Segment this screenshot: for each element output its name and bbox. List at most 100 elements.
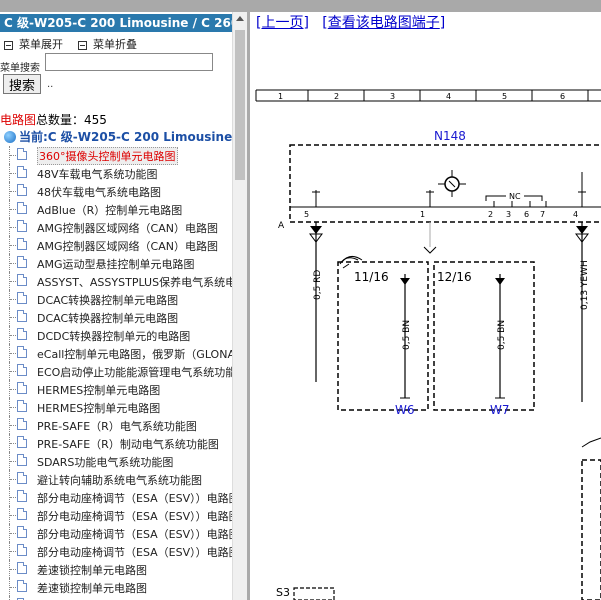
left-menu-pane: C 级-W205-C 200 Limousine / C 260 Limousi…: [0, 12, 232, 600]
circuit-diagram: 1 2 3 4 5 6 N148 NC A 5 1 2 3 6 7 4 0,5 …: [255, 89, 601, 600]
document-icon: [17, 346, 27, 358]
tree-line: [10, 371, 16, 372]
diagram-list-item[interactable]: 差速锁控制单元电路图: [0, 560, 232, 578]
sensor-icon: [438, 170, 466, 197]
tree-line: [10, 461, 16, 462]
diagram-list-item[interactable]: DCAC转换器控制单元电路图: [0, 290, 232, 308]
nc-label: NC: [509, 192, 521, 201]
document-icon: [17, 490, 27, 502]
grid-header: 1 2 3 4 5 6: [255, 89, 601, 102]
pin-number: 5: [304, 210, 309, 219]
menu-expand-link[interactable]: 菜单展开: [4, 36, 63, 52]
bottom-component-box: [293, 587, 335, 600]
diagram-list-item-label: AdBlue（R）控制单元电路图: [37, 204, 183, 217]
pin-number: 6: [524, 210, 529, 219]
search-input[interactable]: [45, 53, 213, 71]
wire-left: 0,5 RD: [309, 222, 323, 382]
diagram-list-item-label: AMG运动型悬挂控制单元电路图: [37, 258, 195, 271]
diagram-list-item[interactable]: 部分电动座椅调节（ESA（ESV））电路图: [0, 488, 232, 506]
search-button[interactable]: 搜索: [3, 74, 41, 94]
diagram-list-item[interactable]: 避让转向辅助系统电气系统功能图: [0, 470, 232, 488]
diagram-list-item[interactable]: 部分电动座椅调节（ESA（ESV））电路图: [0, 506, 232, 524]
diagram-list-item[interactable]: PRE-SAFE（R）制动电气系统功能图: [0, 434, 232, 452]
document-icon: [17, 364, 27, 376]
tree-line: [10, 497, 16, 498]
diagram-list-item-label: 部分电动座椅调节（ESA（ESV））电路图: [37, 546, 232, 559]
diagram-list-item[interactable]: PRE-SAFE（R）电气系统功能图: [0, 416, 232, 434]
diagram-list-item[interactable]: AMG运动型悬挂控制单元电路图: [0, 254, 232, 272]
document-icon: [17, 418, 27, 430]
diagram-list-item[interactable]: 部分电动座椅调节（ESA（ESV））电路图: [0, 524, 232, 542]
tree-line: [10, 209, 16, 210]
tree-line: [10, 587, 16, 588]
document-icon: [17, 184, 27, 196]
diagram-list-item-label: 差速锁控制单元电路图: [37, 582, 147, 595]
document-icon: [17, 202, 27, 214]
diagram-list-item[interactable]: 48V车载电气系统功能图: [0, 164, 232, 182]
diagram-list-item-label: 避让转向辅助系统电气系统功能图: [37, 474, 202, 487]
diagram-list-item-label: 部分电动座椅调节（ESA（ESV））电路图: [37, 528, 232, 541]
menu-collapse-link[interactable]: 菜单折叠: [78, 36, 137, 52]
tree-line: [10, 515, 16, 516]
wire-label: 0,5 RD: [313, 270, 323, 300]
tree-line: [10, 533, 16, 534]
globe-icon: [4, 131, 16, 143]
connector-label: 12/16: [437, 270, 472, 284]
diagram-list-item[interactable]: HERMES控制单元电路图: [0, 380, 232, 398]
diagram-list-item[interactable]: ECO启动停止功能能源管理电气系统功能图: [0, 362, 232, 380]
scroll-thumb[interactable]: [235, 30, 245, 180]
diagram-list-item[interactable]: 差速锁控制单元电路图: [0, 578, 232, 596]
document-icon: [17, 526, 27, 538]
diagram-list-item-label: 部分电动座椅调节（ESA（ESV））电路图: [37, 510, 232, 523]
diagram-list-item[interactable]: AMG控制器区域网络（CAN）电路图: [0, 218, 232, 236]
diagram-list-item-label: eCall控制单元电路图，俄罗斯（GLONASS）: [37, 348, 232, 361]
diagram-list-item[interactable]: DCAC转换器控制单元电路图: [0, 308, 232, 326]
diagram-list-item-label: 48伏车载电气系统电路图: [37, 186, 161, 199]
document-icon: [17, 400, 27, 412]
diagram-list-item[interactable]: ASSYST、ASSYSTPLUS保养电气系统电路图: [0, 272, 232, 290]
diagram-list-item-label: HERMES控制单元电路图: [37, 402, 161, 415]
diagram-list-item[interactable]: 360°摄像头控制单元电路图: [0, 146, 232, 165]
diagram-list-item[interactable]: AMG控制器区域网络（CAN）电路图: [0, 236, 232, 254]
scroll-up-icon[interactable]: [236, 16, 244, 21]
diagram-list-item[interactable]: 部分电动座椅调节（ESA（ESV））电路图: [0, 542, 232, 560]
left-scrollbar[interactable]: [232, 12, 248, 600]
diagram-list-item[interactable]: 车辆控制单元（CPC）控制单元电路图: [0, 596, 232, 600]
current-vehicle[interactable]: 当前:C 级-W205-C 200 Limousine / C 260 Limo…: [4, 128, 232, 145]
tree-line: [10, 353, 16, 354]
tree-line: [10, 263, 16, 264]
grid-number: 2: [334, 92, 339, 101]
prev-page-link[interactable]: 上一页: [261, 15, 303, 31]
tree-line: [10, 443, 16, 444]
document-icon: [17, 544, 27, 556]
document-icon: [17, 454, 27, 466]
grid-number: 1: [278, 92, 283, 101]
diagram-pane: [上一页] [查看该电路图端子] 1 2 3 4 5 6 N148 NC A 5…: [250, 12, 601, 600]
diagram-list-item[interactable]: eCall控制单元电路图，俄罗斯（GLONASS）: [0, 344, 232, 362]
ground-label: W6: [395, 403, 415, 417]
diagram-list-item[interactable]: AdBlue（R）控制单元电路图: [0, 200, 232, 218]
tree-line: [10, 227, 16, 228]
row-label: A: [278, 221, 285, 231]
diagram-list-item-label: DCAC转换器控制单元电路图: [37, 312, 179, 325]
tree-line: [10, 191, 16, 192]
diagram-list-item-label: DCAC转换器控制单元电路图: [37, 294, 179, 307]
tree-line: [10, 425, 16, 426]
diagram-list-item-label: AMG控制器区域网络（CAN）电路图: [37, 240, 218, 253]
diagram-list-item-label: 差速锁控制单元电路图: [37, 564, 147, 577]
wire-label: 0,5 BN: [497, 320, 507, 350]
diagram-list-item[interactable]: HERMES控制单元电路图: [0, 398, 232, 416]
connector-label: 11/16: [354, 270, 389, 284]
document-icon: [17, 472, 27, 484]
bottom-component-label: S3: [276, 586, 290, 599]
partial-component-box: [581, 459, 601, 600]
diagram-list-item-label: PRE-SAFE（R）制动电气系统功能图: [37, 438, 219, 451]
tree-line: [10, 479, 16, 480]
diagram-list-item-label: DCDC转换器控制单元的电路图: [37, 330, 191, 343]
component-label: N148: [434, 129, 466, 143]
diagram-list-item[interactable]: SDARS功能电气系统功能图: [0, 452, 232, 470]
diagram-list-item[interactable]: DCDC转换器控制单元的电路图: [0, 326, 232, 344]
document-icon: [17, 382, 27, 394]
diagram-list-item[interactable]: 48伏车载电气系统电路图: [0, 182, 232, 200]
view-terminals-link[interactable]: 查看该电路图端子: [328, 15, 440, 31]
